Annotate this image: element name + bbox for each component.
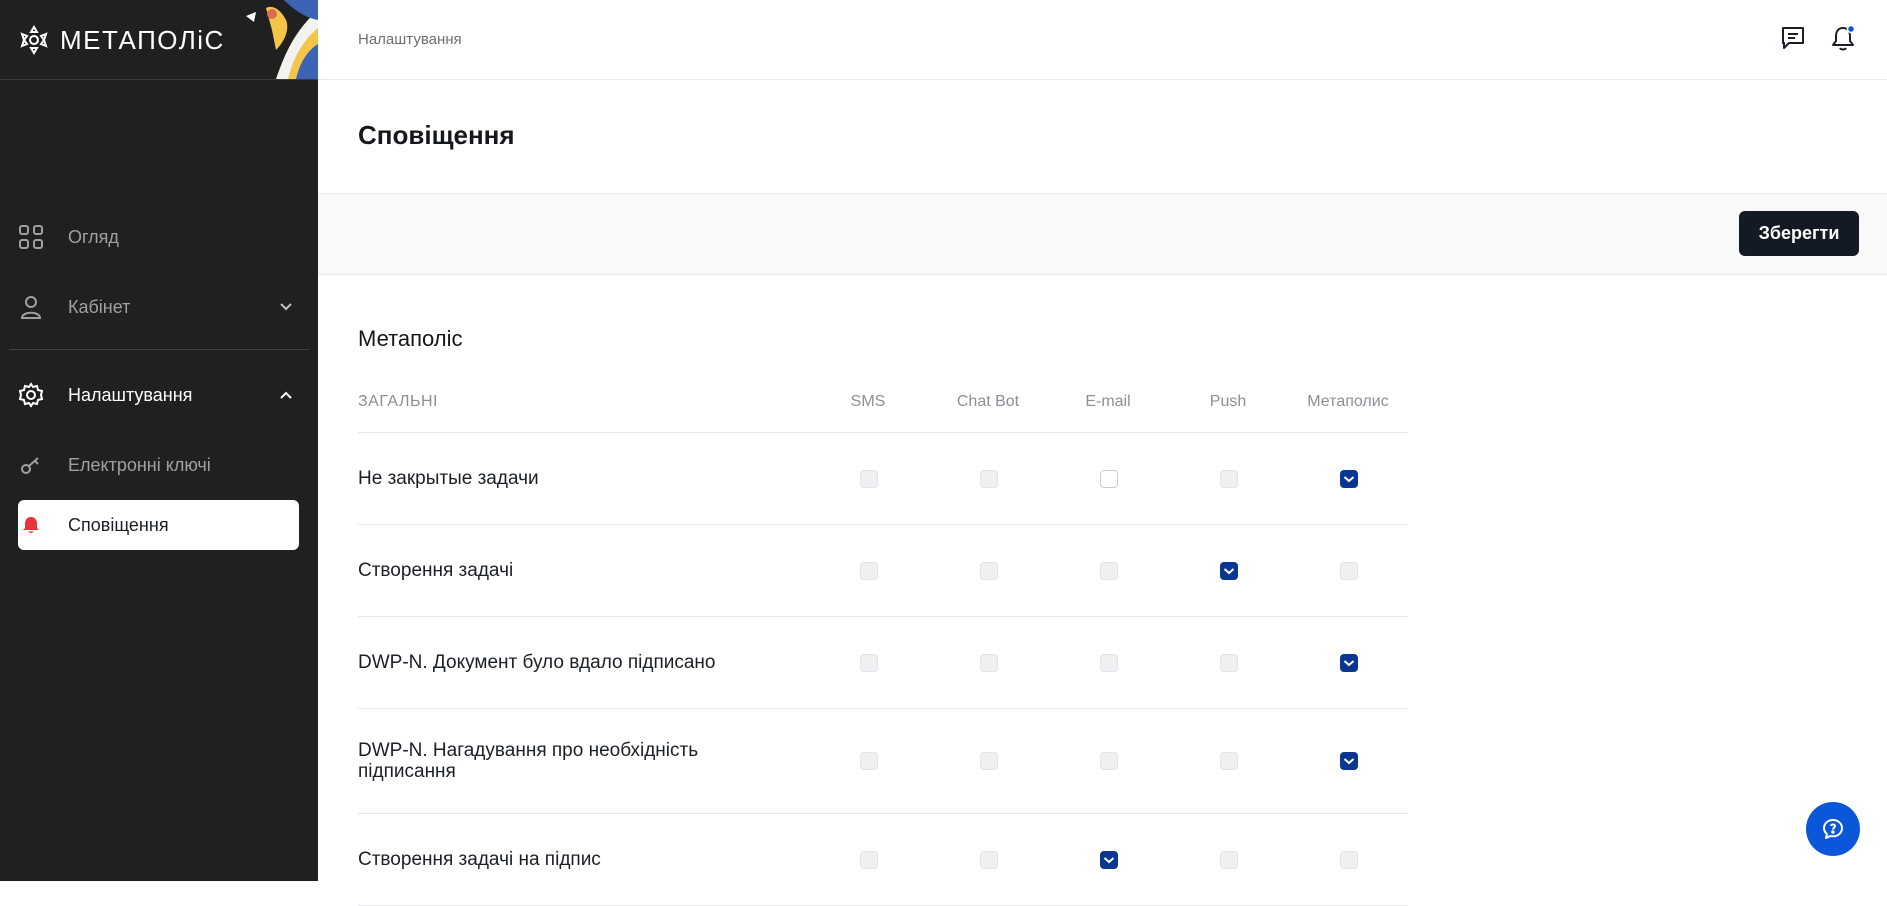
checkbox-sms [860,470,878,488]
sidebar-item-label: Сповіщення [68,514,169,535]
checkbox-sms [860,752,878,770]
sidebar-item-settings[interactable]: Налаштування [18,370,299,420]
checkbox-push [1220,851,1238,869]
checkbox-chatbot [980,654,998,672]
sidebar-divider [9,349,309,350]
checkbox-email[interactable] [1100,851,1118,869]
page-header: Сповіщення [318,80,1887,194]
page-title: Сповіщення [358,120,515,150]
user-icon [18,294,44,320]
table-header: ЗАГАЛЬНІ SMS Chat Bot E-mail Push Метапо… [358,380,1408,433]
notification-settings-table: ЗАГАЛЬНІ SMS Chat Bot E-mail Push Метапо… [358,380,1408,906]
checkbox-metapolis[interactable] [1340,752,1358,770]
gear-icon [18,382,44,408]
row-label: DWP-N. Нагадування про необхідність підп… [358,740,699,782]
column-header-email: E-mail [1085,393,1131,410]
column-header-sms: SMS [850,393,886,410]
row-label: Створення задачі [358,560,514,581]
grid-icon [18,224,44,250]
checkbox-chatbot [980,752,998,770]
checkbox-email[interactable] [1100,470,1118,488]
sidebar-item-notifications[interactable]: Сповіщення [18,500,299,550]
chat-icon[interactable] [1779,24,1807,52]
column-header-chatbot: Chat Bot [956,393,1020,410]
table-row: Створення задачі [358,525,1408,617]
table-row: Створення задачі на підпис [358,814,1408,906]
logo-illustration [246,0,318,79]
checkmark-icon [1103,857,1115,864]
save-button[interactable]: Зберегти [1739,211,1859,256]
checkmark-icon [1343,660,1355,667]
action-bar: Зберегти [318,194,1887,275]
row-label: Створення задачі на підпис [358,849,601,870]
checkbox-sms [860,654,878,672]
sidebar-item-label: Електронні ключі [68,454,211,475]
checkbox-metapolis [1340,562,1358,580]
sidebar-item-label: Огляд [68,226,119,247]
sidebar: МЕТАПОЛіС Огляд Кабінет Налаштування Еле… [0,0,318,881]
checkmark-icon [1343,476,1355,483]
sidebar-item-overview[interactable]: Огляд [18,212,299,262]
checkbox-push[interactable] [1220,562,1238,580]
notification-bell-icon[interactable] [1829,24,1857,52]
chevron-up-icon [280,391,292,399]
sidebar-item-e-keys[interactable]: Електронні ключі [18,440,299,490]
column-header-metapolis: Метаполис [1307,393,1389,410]
key-icon [18,452,44,478]
table-row: DWP-N. Документ було вдало підписано [358,617,1408,709]
logo-icon [20,25,48,55]
table-row: Не закрытые задачи [358,433,1408,525]
sidebar-item-label: Кабінет [68,296,131,317]
checkmark-icon [1223,568,1235,575]
chevron-down-icon [280,303,292,311]
checkbox-chatbot [980,562,998,580]
checkbox-push [1220,752,1238,770]
checkbox-chatbot [980,851,998,869]
checkbox-metapolis [1340,851,1358,869]
checkmark-icon [1343,758,1355,765]
logo-bar: МЕТАПОЛіС [0,0,318,80]
checkbox-sms [860,562,878,580]
top-bar: Налаштування [318,0,1887,80]
table-row: DWP-N. Нагадування про необхідність підп… [358,709,1408,814]
checkbox-chatbot [980,470,998,488]
checkbox-email [1100,654,1118,672]
help-icon [1823,819,1843,839]
checkbox-push [1220,470,1238,488]
group-label: ЗАГАЛЬНІ [358,393,438,410]
section-title: Метаполіс [358,326,463,351]
checkbox-metapolis[interactable] [1340,654,1358,672]
checkbox-email [1100,562,1118,580]
sidebar-item-label: Налаштування [68,384,193,405]
breadcrumb[interactable]: Налаштування [358,31,462,48]
column-header-push: Push [1209,393,1247,410]
help-button[interactable] [1806,802,1860,856]
checkbox-email [1100,752,1118,770]
row-label: Не закрытые задачи [358,468,539,489]
logo-text: МЕТАПОЛіС [60,25,225,55]
sidebar-item-cabinet[interactable]: Кабінет [18,282,299,332]
checkbox-metapolis[interactable] [1340,470,1358,488]
row-label: DWP-N. Документ було вдало підписано [358,652,716,673]
checkbox-push [1220,654,1238,672]
bell-icon [18,512,44,538]
checkbox-sms [860,851,878,869]
